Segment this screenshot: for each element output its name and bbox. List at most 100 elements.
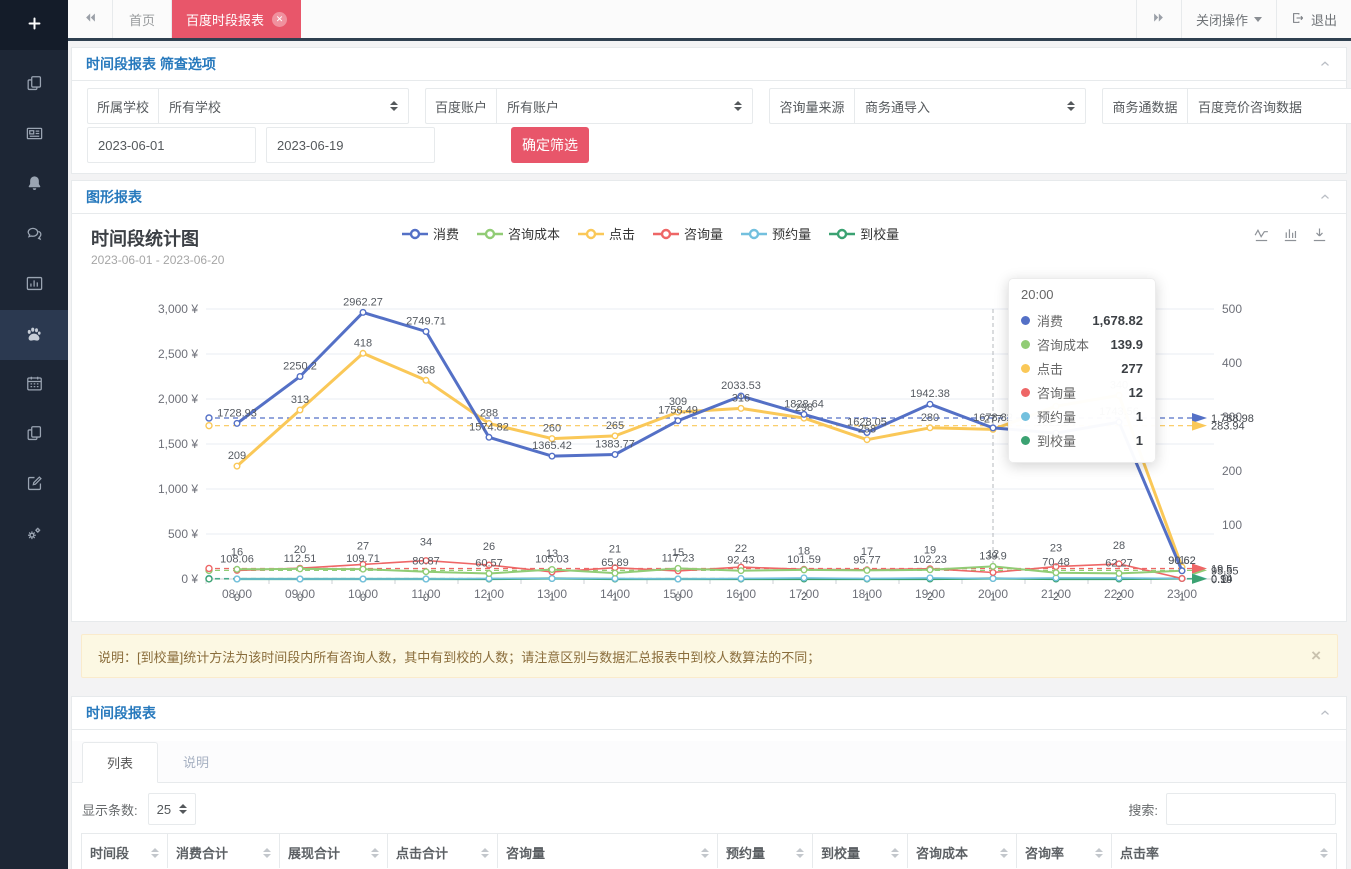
legend-label: 预约量 [772, 224, 811, 243]
chart-collapse-icon[interactable] [1318, 190, 1332, 204]
tab-baidu-time-report[interactable]: 百度时段报表 ✕ [172, 0, 301, 38]
legend-item-消费[interactable]: 消费 [402, 224, 459, 243]
line-chart-tool-icon[interactable] [1253, 226, 1270, 243]
double-chevron-left-icon [83, 10, 98, 28]
sidebar-item-schedule[interactable] [0, 360, 68, 410]
svg-text:209: 209 [228, 450, 246, 462]
tooltip-series-name: 咨询成本 [1037, 335, 1089, 354]
column-header-8[interactable]: 咨询率 [1017, 834, 1112, 869]
sidebar-item-baidu-reports[interactable] [0, 310, 68, 360]
bar-chart-icon [25, 274, 44, 296]
logout-button[interactable]: 退出 [1276, 0, 1351, 38]
table-collapse-icon[interactable] [1318, 706, 1332, 720]
tooltip-series-value: 277 [1121, 361, 1143, 376]
download-tool-icon[interactable] [1311, 226, 1328, 243]
tooltip-series-value: 1 [1136, 409, 1143, 424]
tabs-scroll-right-button[interactable] [1136, 0, 1181, 38]
column-header-2[interactable]: 展现合计 [280, 834, 388, 869]
sidebar-item-reports[interactable] [0, 410, 68, 460]
sidebar-item-messages[interactable] [0, 210, 68, 260]
column-header-6[interactable]: 到校量 [813, 834, 908, 869]
filter-select-3[interactable]: 百度竞价咨询数据 [1187, 88, 1351, 124]
filter-collapse-icon[interactable] [1318, 57, 1332, 71]
svg-text:400: 400 [1222, 356, 1242, 370]
column-header-4[interactable]: 咨询量 [498, 834, 718, 869]
column-header-5[interactable]: 预约量 [718, 834, 813, 869]
filter-select-value: 所有账户 [507, 97, 559, 116]
legend-item-咨询成本[interactable]: 咨询成本 [477, 224, 560, 243]
filter-group-2: 咨询量来源 商务通导入 [769, 88, 1086, 124]
tooltip-row: 点击 277 [1021, 356, 1143, 380]
sort-icon [145, 848, 159, 858]
date-from-input[interactable]: 2023-06-01 [87, 127, 256, 163]
svg-text:316: 316 [732, 392, 750, 404]
table-tabs: 列表说明 [72, 741, 1346, 783]
tooltip-series-name: 预约量 [1037, 407, 1076, 426]
chart-panel-heading: 图形报表 [72, 181, 1346, 214]
bar-chart-tool-icon[interactable] [1282, 226, 1299, 243]
svg-text:34: 34 [420, 537, 432, 549]
column-header-9[interactable]: 点击率 [1112, 834, 1337, 869]
column-label: 咨询率 [1025, 843, 1064, 862]
tab-close-icon[interactable]: ✕ [272, 12, 287, 27]
date-to-input[interactable]: 2023-06-19 [266, 127, 435, 163]
column-header-1[interactable]: 消费合计 [168, 834, 280, 869]
table-tab-0[interactable]: 列表 [82, 742, 158, 783]
close-actions-menu[interactable]: 关闭操作 [1181, 0, 1276, 38]
sidebar-item-settings[interactable] [0, 510, 68, 560]
tooltip-row: 咨询成本 139.9 [1021, 332, 1143, 356]
tab-active-label: 百度时段报表 [186, 10, 264, 29]
notice-close-icon[interactable]: × [1311, 646, 1321, 666]
sidebar-item-editor[interactable] [0, 460, 68, 510]
column-label: 预约量 [726, 843, 765, 862]
navbar-right: 关闭操作 退出 [1136, 0, 1351, 38]
svg-text:2: 2 [1116, 591, 1122, 603]
table-tab-1[interactable]: 说明 [158, 741, 234, 782]
column-header-3[interactable]: 点击合计 [388, 834, 498, 869]
search-input[interactable] [1166, 793, 1336, 825]
legend-item-咨询量[interactable]: 咨询量 [653, 224, 723, 243]
navbar-divider [68, 38, 1351, 41]
svg-text:1: 1 [486, 592, 492, 604]
add-button[interactable] [0, 0, 68, 50]
double-chevron-right-icon [1151, 10, 1166, 28]
plus-icon [26, 15, 43, 35]
svg-text:418: 418 [354, 337, 372, 349]
svg-text:1365.42: 1365.42 [532, 440, 572, 452]
tabs-scroll-left-button[interactable] [68, 0, 113, 38]
sidebar-item-news[interactable] [0, 110, 68, 160]
svg-text:105.03: 105.03 [535, 554, 569, 566]
svg-text:2749.71: 2749.71 [406, 316, 446, 328]
tooltip-series-name: 到校量 [1037, 431, 1076, 450]
tab-home[interactable]: 首页 [113, 0, 172, 38]
sort-icon [365, 848, 379, 858]
filter-select-2[interactable]: 商务通导入 [854, 88, 1086, 124]
svg-text:2,500 ¥: 2,500 ¥ [158, 347, 198, 361]
column-header-0[interactable]: 时间段 [81, 834, 168, 869]
svg-text:102.23: 102.23 [913, 554, 947, 566]
sort-icon [994, 848, 1008, 858]
edit-icon [25, 474, 44, 496]
legend-item-到校量[interactable]: 到校量 [829, 224, 899, 243]
sidebar-item-documents[interactable] [0, 60, 68, 110]
legend-item-点击[interactable]: 点击 [578, 224, 635, 243]
svg-text:500: 500 [1222, 302, 1242, 316]
sidebar-item-statistics[interactable] [0, 260, 68, 310]
filter-date-row: 2023-06-01 2023-06-19 确定筛选 [87, 127, 589, 163]
legend-marker-icon [653, 228, 679, 240]
svg-text:0 ¥: 0 ¥ [181, 572, 198, 586]
svg-text:101.59: 101.59 [787, 554, 821, 566]
svg-text:1628.05: 1628.05 [847, 417, 887, 429]
filter-panel-title: 时间段报表 筛查选项 [86, 54, 216, 74]
column-header-7[interactable]: 咨询成本 [908, 834, 1017, 869]
sidebar-item-notifications[interactable] [0, 160, 68, 210]
svg-text:1: 1 [990, 592, 996, 604]
filter-submit-button[interactable]: 确定筛选 [511, 127, 589, 163]
page-size-select[interactable]: 25 [148, 793, 196, 825]
legend-item-预约量[interactable]: 预约量 [741, 224, 811, 243]
filter-select-1[interactable]: 所有账户 [496, 88, 753, 124]
filter-select-0[interactable]: 所有学校 [158, 88, 409, 124]
svg-text:108.06: 108.06 [220, 553, 254, 565]
tooltip-row: 消费 1,678.82 [1021, 308, 1143, 332]
svg-text:1,500 ¥: 1,500 ¥ [158, 437, 198, 451]
